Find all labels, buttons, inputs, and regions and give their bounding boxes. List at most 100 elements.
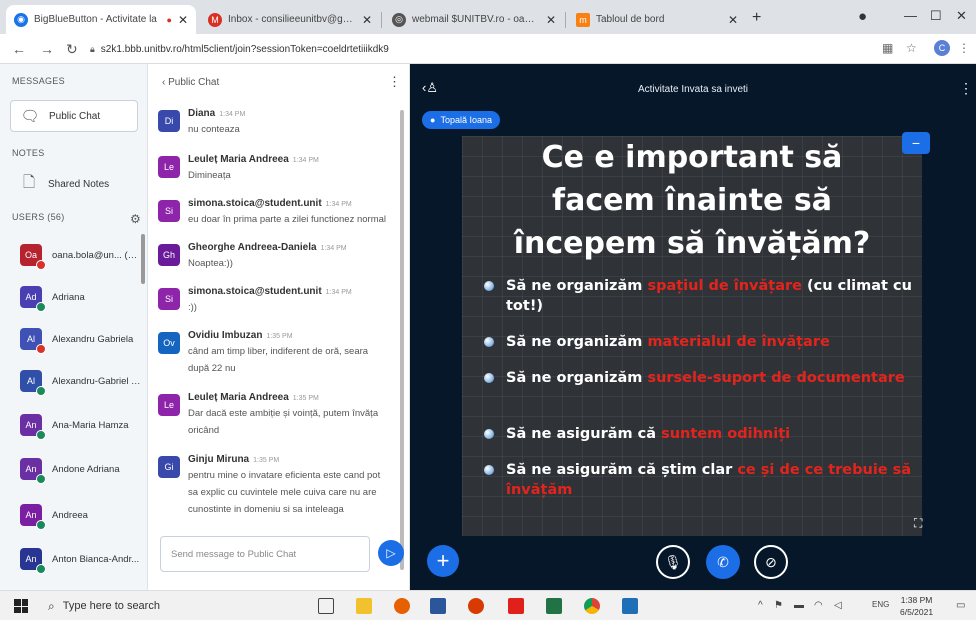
message-text: :)) bbox=[188, 302, 197, 313]
user-name: Ana-Maria Hamza bbox=[52, 419, 129, 431]
users-scrollbar[interactable] bbox=[141, 234, 145, 284]
send-button[interactable]: ▷ bbox=[378, 540, 404, 566]
avatar: Gh bbox=[158, 244, 180, 266]
tab-label: Inbox - consilieeunitbv@gmail.c bbox=[228, 14, 356, 25]
word-icon[interactable] bbox=[430, 598, 446, 614]
slide-bullet: Să ne organizăm spațiul de învățare (cu … bbox=[484, 276, 912, 316]
bullet-icon bbox=[484, 465, 494, 475]
photos-icon[interactable] bbox=[622, 598, 638, 614]
user-name: oana.bola@un... (You) bbox=[52, 249, 142, 261]
menu-icon[interactable]: ⋮ bbox=[958, 41, 970, 55]
message-time: 1:35 PM bbox=[253, 457, 280, 464]
slide-bullet: Să ne organizăm materialul de învățare bbox=[484, 332, 912, 352]
user-list-item[interactable]: Al Alexandru Gabriela bbox=[10, 320, 142, 358]
tab-webmail[interactable]: ◎ webmail $UNITBV.ro - oana.bol ✕ bbox=[384, 5, 564, 34]
slide-bullet: Să ne organizăm sursele-suport de docume… bbox=[484, 368, 912, 388]
excel-icon[interactable] bbox=[546, 598, 562, 614]
sidebar: MESSAGES 🗨︎ Public Chat NOTES 🗋︎ Shared … bbox=[0, 64, 148, 590]
file-explorer-icon[interactable] bbox=[356, 598, 372, 614]
taskbar-clock[interactable]: 1:38 PM 6/5/2021 bbox=[900, 594, 933, 618]
url-bar[interactable]: 🔒︎ s2k1.bbb.unitbv.ro/html5client/join?s… bbox=[90, 39, 870, 59]
user-name: Alexandru-Gabriel T... bbox=[52, 375, 142, 387]
new-tab-button[interactable]: + bbox=[752, 9, 761, 27]
tab-bigbluebutton[interactable]: ◉ BigBlueButton - Activitate la ● ✕ bbox=[6, 5, 196, 34]
user-list-item[interactable]: An Ana-Maria Hamza bbox=[10, 406, 142, 444]
chat-options-icon[interactable]: ⋮ bbox=[388, 74, 401, 90]
user-name: Anton Bianca-Andr... bbox=[52, 553, 140, 565]
minimize-button[interactable]: — bbox=[904, 8, 917, 23]
notes-icon: 🗋︎ bbox=[22, 173, 36, 191]
firefox-icon[interactable] bbox=[394, 598, 410, 614]
chat-message: Si simona.stoica@student.unit 1:34 PM eu … bbox=[158, 198, 398, 228]
tray-app-icon[interactable]: ⚑ bbox=[774, 600, 783, 611]
star-icon[interactable]: ☆ bbox=[906, 41, 917, 55]
close-icon[interactable]: ✕ bbox=[728, 13, 738, 27]
tray-chevron-icon[interactable]: ^ bbox=[758, 600, 763, 611]
gmail-icon: M bbox=[208, 12, 222, 27]
minimize-presentation-button[interactable]: − bbox=[902, 132, 930, 154]
microphone-off-icon: 🎙︎ bbox=[664, 553, 682, 570]
network-icon[interactable]: ▬ bbox=[794, 600, 804, 611]
message-text: sa explic cu cuvintele mele cuiva care n… bbox=[188, 487, 377, 498]
office-icon[interactable] bbox=[468, 598, 484, 614]
sidebar-item-shared-notes[interactable]: 🗋︎ Shared Notes bbox=[10, 168, 138, 200]
message-text: eu doar în prima parte a zilei functione… bbox=[188, 214, 387, 225]
close-window-button[interactable]: ✕ bbox=[956, 8, 967, 24]
sidebar-item-public-chat[interactable]: 🗨︎ Public Chat bbox=[10, 100, 138, 132]
user-list-item[interactable]: An Andone Adriana bbox=[10, 450, 142, 488]
notes-header: NOTES bbox=[12, 148, 45, 158]
message-author: simona.stoica@student.unit bbox=[188, 286, 322, 297]
bullet-icon bbox=[484, 429, 494, 439]
tab-gmail[interactable]: M Inbox - consilieeunitbv@gmail.c ✕ bbox=[200, 5, 380, 34]
lock-icon: 🔒︎ bbox=[90, 43, 95, 54]
notifications-icon[interactable]: ▭ bbox=[956, 600, 965, 611]
actions-plus-button[interactable]: + bbox=[427, 545, 459, 577]
tab-moodle[interactable]: m Tabloul de bord ✕ bbox=[568, 5, 746, 34]
tab-separator bbox=[565, 12, 566, 28]
user-list-item[interactable]: Ad Adriana bbox=[10, 278, 142, 316]
fullscreen-icon[interactable]: ⛶ bbox=[914, 516, 922, 531]
volume-icon[interactable]: ◁ bbox=[834, 600, 842, 611]
user-list-item[interactable]: Oa oana.bola@un... (You) bbox=[10, 236, 142, 274]
message-author: Ginju Miruna bbox=[188, 454, 250, 465]
windows-start-icon[interactable] bbox=[14, 599, 28, 613]
close-icon[interactable]: ✕ bbox=[546, 13, 556, 27]
back-arrow-icon[interactable]: ← bbox=[12, 41, 26, 57]
wifi-icon[interactable]: ◠ bbox=[814, 600, 823, 611]
extension-icon[interactable]: ▦ bbox=[882, 41, 893, 55]
user-name: Andreea bbox=[52, 509, 88, 521]
user-list-item[interactable]: An Andreea bbox=[10, 496, 142, 534]
chat-header[interactable]: ‹ Public Chat bbox=[162, 77, 219, 88]
mute-microphone-button[interactable]: 🎙︎ bbox=[656, 545, 690, 579]
profile-avatar[interactable]: C bbox=[934, 40, 950, 56]
users-header: USERS (56) bbox=[12, 212, 65, 222]
options-menu-icon[interactable]: ⋮ bbox=[959, 80, 973, 97]
chat-scrollbar[interactable] bbox=[400, 110, 404, 570]
acrobat-icon[interactable] bbox=[508, 598, 524, 614]
taskbar-search[interactable]: ⌕ Type here to search bbox=[48, 595, 308, 617]
extension-icon[interactable]: ● bbox=[858, 8, 867, 25]
chat-message-input[interactable]: Send message to Public Chat bbox=[160, 536, 370, 572]
share-webcam-button[interactable]: ⊘ bbox=[754, 545, 788, 579]
status-icon bbox=[36, 386, 46, 396]
message-text: când am timp liber, indiferent de oră, s… bbox=[188, 346, 369, 357]
user-list-item[interactable]: An Anton Bianca-Andr... bbox=[10, 540, 142, 578]
close-icon[interactable]: ✕ bbox=[362, 13, 372, 27]
avatar: Si bbox=[158, 288, 180, 310]
bullet-icon bbox=[484, 281, 494, 291]
avatar: An bbox=[20, 458, 46, 484]
close-icon[interactable]: ✕ bbox=[178, 13, 188, 27]
language-indicator[interactable]: ENG bbox=[872, 600, 889, 609]
user-name: Andone Adriana bbox=[52, 463, 120, 475]
recording-icon: ● bbox=[166, 14, 172, 25]
reload-icon[interactable]: ↻ bbox=[66, 41, 78, 58]
chrome-icon[interactable] bbox=[584, 598, 600, 614]
user-list-item[interactable]: Al Alexandru-Gabriel T... bbox=[10, 362, 142, 400]
leave-audio-button[interactable]: ✆ bbox=[706, 545, 740, 579]
maximize-button[interactable]: ☐ bbox=[930, 8, 942, 24]
task-view-icon[interactable] bbox=[318, 598, 334, 614]
message-text: după 22 nu bbox=[188, 363, 236, 374]
status-icon bbox=[36, 344, 46, 354]
gear-icon[interactable]: ⚙ bbox=[130, 212, 141, 226]
forward-arrow-icon[interactable]: → bbox=[40, 41, 54, 57]
